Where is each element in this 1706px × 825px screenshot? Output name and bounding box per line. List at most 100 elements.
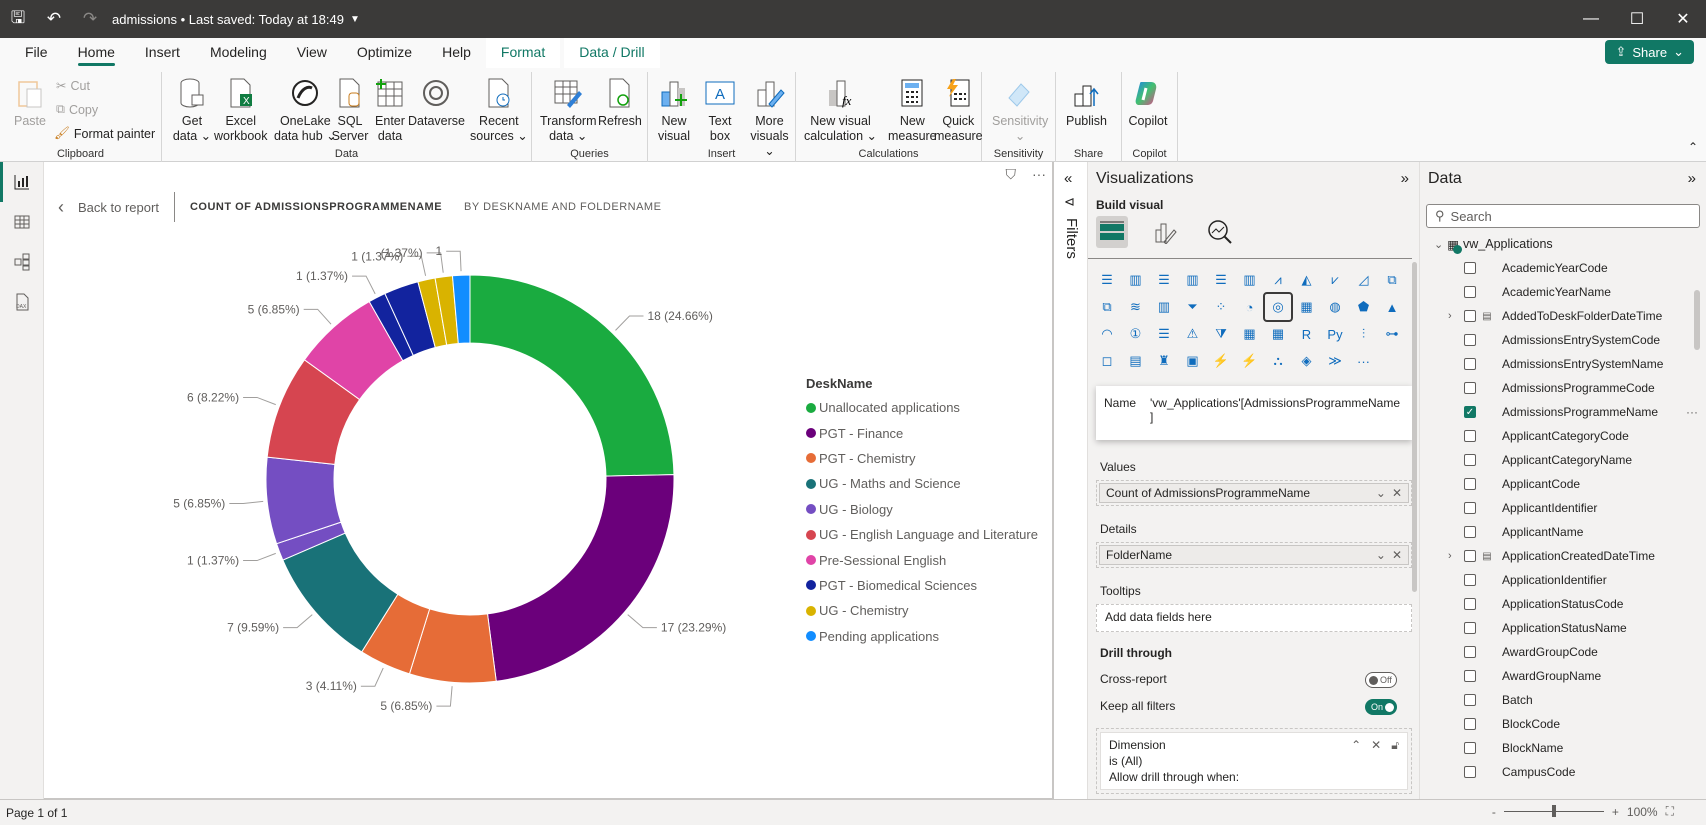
- visual-type-icon[interactable]: ◻: [1094, 348, 1120, 374]
- field-checkbox[interactable]: [1464, 358, 1476, 370]
- new-visual-calculation-button[interactable]: fx New visual calculation ⌄: [804, 74, 877, 144]
- donut-slice[interactable]: [469, 274, 675, 477]
- cut-button[interactable]: ✂ Cut: [56, 78, 90, 94]
- field-item[interactable]: AcademicYearName: [1420, 280, 1690, 304]
- recent-sources-button[interactable]: Recent sources ⌄: [470, 74, 528, 144]
- fit-to-page-icon[interactable]: ⛶: [1666, 804, 1674, 819]
- visual-type-icon[interactable]: ▥: [1151, 294, 1177, 320]
- visual-type-icon[interactable]: ♜: [1151, 348, 1177, 374]
- collapse-pane-icon[interactable]: »: [1688, 170, 1696, 187]
- format-visual-tab[interactable]: [1150, 216, 1182, 248]
- visual-type-icon[interactable]: ☰: [1208, 267, 1234, 293]
- visual-type-icon[interactable]: ⚠: [1180, 321, 1206, 347]
- dataverse-button[interactable]: Dataverse: [408, 74, 465, 129]
- visual-type-icon[interactable]: ⧩: [1208, 321, 1234, 347]
- legend-item[interactable]: PGT - Finance: [806, 420, 1038, 445]
- quick-measure-button[interactable]: Quick measure: [934, 74, 983, 144]
- visual-type-icon[interactable]: ◠: [1094, 321, 1120, 347]
- visual-type-icon[interactable]: ⊶: [1379, 321, 1405, 347]
- sensitivity-button[interactable]: Sensitivity ⌄: [992, 74, 1048, 144]
- keep-all-filters-toggle[interactable]: On: [1365, 699, 1397, 715]
- visual-type-icon[interactable]: ⩗: [1322, 267, 1348, 293]
- field-item[interactable]: AwardGroupCode: [1420, 640, 1690, 664]
- data-search-input[interactable]: ⚲ Search: [1426, 204, 1700, 228]
- remove-field-icon[interactable]: ✕: [1392, 548, 1402, 562]
- visual-type-icon[interactable]: ⏷: [1180, 294, 1206, 320]
- save-icon[interactable]: 🖫: [0, 0, 36, 38]
- field-item[interactable]: AwardGroupName: [1420, 664, 1690, 688]
- field-item[interactable]: › ▤ AddedToDeskFolderDateTime: [1420, 304, 1690, 328]
- values-well[interactable]: Count of AdmissionsProgrammeName ⌄ ✕: [1096, 480, 1412, 506]
- onelake-data-hub-button[interactable]: OneLake data hub ⌄: [274, 74, 337, 144]
- field-checkbox[interactable]: [1464, 574, 1476, 586]
- legend-item[interactable]: Pre-Sessional English: [806, 547, 1038, 572]
- visual-type-icon[interactable]: ⚡: [1237, 348, 1263, 374]
- cross-report-toggle[interactable]: Off: [1365, 672, 1397, 688]
- tooltips-well[interactable]: Add data fields here: [1096, 604, 1412, 632]
- visual-type-icon[interactable]: ①: [1123, 321, 1149, 347]
- field-checkbox[interactable]: [1464, 334, 1476, 346]
- legend-item[interactable]: UG - Chemistry: [806, 598, 1038, 623]
- chevron-right-icon[interactable]: ›: [1448, 310, 1462, 322]
- field-item[interactable]: ApplicantCategoryCode: [1420, 424, 1690, 448]
- remove-icon[interactable]: ✕: [1371, 737, 1381, 753]
- zoom-slider[interactable]: [1503, 805, 1604, 817]
- publish-button[interactable]: Publish: [1066, 74, 1107, 129]
- enter-data-button[interactable]: Enter data: [370, 74, 410, 144]
- tab-format[interactable]: Format: [485, 38, 561, 68]
- tab-data-drill[interactable]: Data / Drill: [564, 38, 660, 68]
- document-title[interactable]: admissions • Last saved: Today at 18:49: [112, 12, 344, 27]
- visual-type-icon[interactable]: ≋: [1123, 294, 1149, 320]
- field-checkbox[interactable]: ✓: [1464, 406, 1476, 418]
- visual-type-icon[interactable]: ▦: [1294, 294, 1320, 320]
- donut-chart-visual-icon[interactable]: ◎: [1263, 292, 1293, 322]
- field-checkbox[interactable]: [1464, 742, 1476, 754]
- visual-type-icon[interactable]: ◍: [1322, 294, 1348, 320]
- zoom-slider-thumb[interactable]: [1551, 805, 1556, 817]
- title-dropdown-icon[interactable]: ▼: [350, 14, 360, 25]
- visual-type-icon[interactable]: ☰: [1151, 321, 1177, 347]
- visual-type-icon[interactable]: ▥: [1180, 267, 1206, 293]
- legend-item[interactable]: PGT - Chemistry: [806, 446, 1038, 471]
- field-item[interactable]: BlockCode: [1420, 712, 1690, 736]
- more-visuals-button[interactable]: More visuals ⌄: [744, 74, 795, 159]
- donut-slice[interactable]: [486, 474, 675, 682]
- excel-workbook-button[interactable]: X Excel workbook: [214, 74, 268, 144]
- tab-insert[interactable]: Insert: [130, 38, 195, 68]
- new-measure-button[interactable]: New measure: [888, 74, 937, 144]
- visual-type-icon[interactable]: ···: [1351, 348, 1377, 374]
- filters-pane-collapsed[interactable]: « ⊲ Filters: [1054, 162, 1088, 799]
- tab-view[interactable]: View: [282, 38, 342, 68]
- visual-type-icon[interactable]: ◔: [1237, 294, 1263, 320]
- field-item[interactable]: BlockName: [1420, 736, 1690, 760]
- remove-field-icon[interactable]: ✕: [1392, 486, 1402, 500]
- table-view-icon[interactable]: [0, 202, 44, 242]
- collapse-ribbon-icon[interactable]: ⌃: [1688, 140, 1698, 154]
- tab-modeling[interactable]: Modeling: [195, 38, 282, 68]
- field-checkbox[interactable]: [1464, 718, 1476, 730]
- field-item[interactable]: AdmissionsProgrammeCode: [1420, 376, 1690, 400]
- minimize-button[interactable]: —: [1568, 0, 1614, 38]
- visual-type-icon[interactable]: Py: [1322, 321, 1348, 347]
- tab-help[interactable]: Help: [427, 38, 486, 68]
- visual-type-icon[interactable]: ▣: [1180, 348, 1206, 374]
- field-item[interactable]: ApplicantCode: [1420, 472, 1690, 496]
- new-visual-button[interactable]: New visual: [654, 74, 694, 144]
- data-scrollbar[interactable]: [1694, 290, 1700, 350]
- field-checkbox[interactable]: [1464, 310, 1476, 322]
- chevron-up-icon[interactable]: ⌃: [1351, 737, 1361, 753]
- field-item[interactable]: CampusCode: [1420, 760, 1690, 784]
- visual-type-icon[interactable]: ▲: [1379, 294, 1405, 320]
- undo-icon[interactable]: ↶: [36, 0, 72, 38]
- visual-type-icon[interactable]: ⧉: [1094, 294, 1120, 320]
- field-checkbox[interactable]: [1464, 262, 1476, 274]
- table-node[interactable]: ⌄ ▦ vw_Applications: [1420, 232, 1690, 256]
- legend-item[interactable]: PGT - Biomedical Sciences: [806, 573, 1038, 598]
- model-view-icon[interactable]: [0, 242, 44, 282]
- transform-data-button[interactable]: Transform data ⌄: [540, 74, 597, 144]
- field-checkbox[interactable]: [1464, 430, 1476, 442]
- legend-item[interactable]: UG - Maths and Science: [806, 471, 1038, 496]
- text-box-button[interactable]: A Text box: [700, 74, 740, 144]
- tab-home[interactable]: Home: [63, 38, 130, 68]
- report-view-icon[interactable]: [0, 162, 44, 202]
